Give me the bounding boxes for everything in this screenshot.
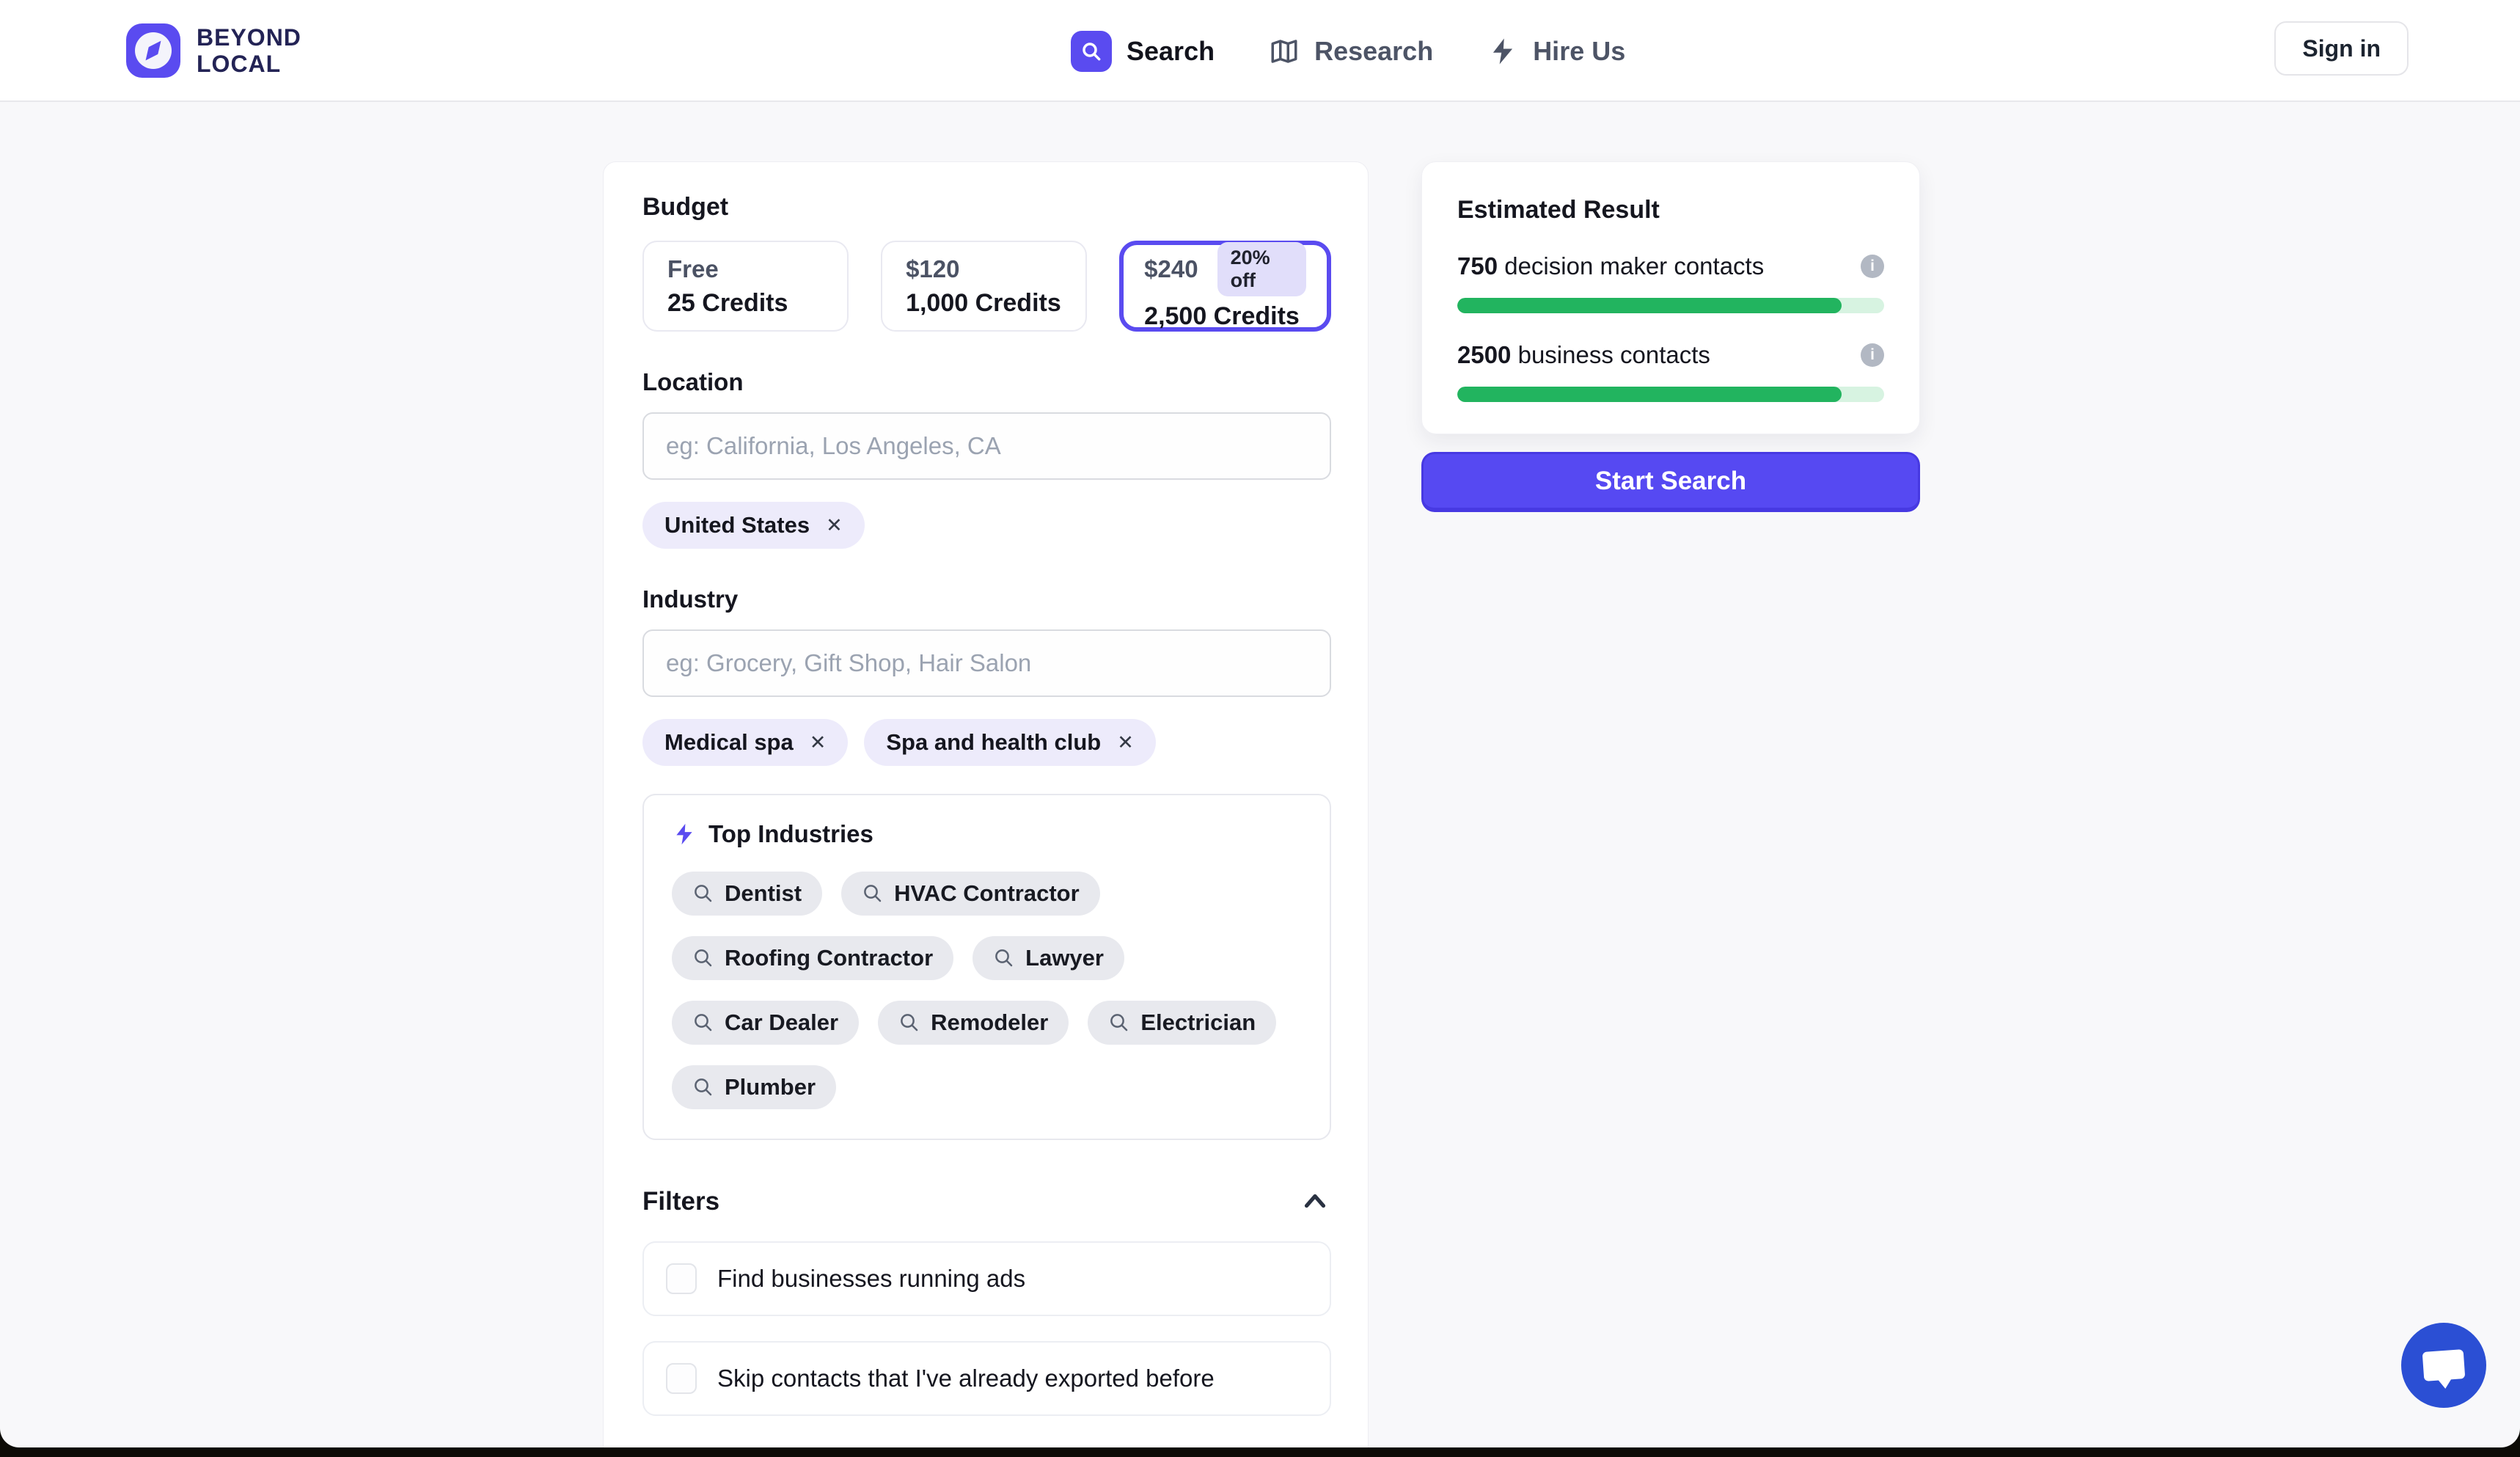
budget-label: Budget <box>642 193 1331 222</box>
search-icon <box>692 1012 714 1034</box>
compass-icon <box>126 23 180 78</box>
budget-credits: 25 Credits <box>667 289 824 318</box>
remove-chip-icon[interactable]: ✕ <box>810 731 827 754</box>
filter-label: Skip contacts that I've already exported… <box>717 1365 1215 1392</box>
top-industries-list: Dentist HVAC Contractor Roofing Contract… <box>672 872 1302 1109</box>
brand-logo[interactable]: BEYOND LOCAL <box>126 23 301 78</box>
bolt-icon <box>1487 36 1518 67</box>
progress-bar-business-contacts <box>1457 387 1884 402</box>
pill-label: Roofing Contractor <box>725 945 933 971</box>
filters-title: Filters <box>642 1187 719 1216</box>
remove-chip-icon[interactable]: ✕ <box>1117 731 1134 754</box>
discount-badge: 20% off <box>1217 242 1306 296</box>
search-icon <box>898 1012 920 1034</box>
pill-label: Remodeler <box>931 1009 1048 1036</box>
filters-header: Filters <box>642 1187 1331 1216</box>
estimate-label: business contacts <box>1511 341 1710 368</box>
filter-option-running-ads: Find businesses running ads <box>642 1241 1331 1316</box>
sign-in-button[interactable]: Sign in <box>2274 21 2409 76</box>
top-industries-title: Top Industries <box>708 820 873 848</box>
chip-label: Spa and health club <box>886 729 1101 756</box>
checkbox-skip-exported[interactable] <box>666 1363 697 1394</box>
bolt-icon <box>672 822 697 847</box>
search-form-card: Budget Free 25 Credits $120 1,000 Credit… <box>603 161 1369 1447</box>
chat-bubble-icon <box>2422 1349 2466 1381</box>
search-icon <box>692 947 714 969</box>
industry-suggestion-plumber[interactable]: Plumber <box>672 1065 836 1109</box>
filter-label: Find businesses running ads <box>717 1265 1025 1293</box>
info-icon[interactable]: i <box>1861 343 1884 367</box>
start-search-button[interactable]: Start Search <box>1421 452 1920 512</box>
main-nav: Search Research Hire Us <box>1071 0 1625 102</box>
estimate-row-decision-makers: 750 decision maker contacts i <box>1457 252 1884 280</box>
location-chip[interactable]: United States ✕ <box>642 502 865 549</box>
chip-label: Medical spa <box>664 729 794 756</box>
location-label: Location <box>642 368 1331 396</box>
budget-option-120[interactable]: $120 1,000 Credits <box>881 241 1087 332</box>
industry-label: Industry <box>642 585 1331 613</box>
search-icon <box>1108 1012 1130 1034</box>
nav-item-search[interactable]: Search <box>1071 31 1215 72</box>
industry-chips: Medical spa ✕ Spa and health club ✕ <box>642 719 1331 766</box>
pill-label: Lawyer <box>1025 945 1104 971</box>
budget-price: $120 <box>906 255 959 283</box>
estimated-result-title: Estimated Result <box>1457 196 1884 224</box>
nav-item-hire-us[interactable]: Hire Us <box>1487 36 1625 67</box>
budget-credits: 1,000 Credits <box>906 289 1062 318</box>
budget-price: $240 <box>1144 255 1198 283</box>
search-icon <box>993 947 1015 969</box>
budget-option-240-selected[interactable]: $240 20% off 2,500 Credits <box>1119 241 1331 332</box>
estimate-value: 2500 <box>1457 341 1511 368</box>
industry-suggestion-remodeler[interactable]: Remodeler <box>878 1001 1069 1045</box>
industry-suggestion-car-dealer[interactable]: Car Dealer <box>672 1001 859 1045</box>
pill-label: HVAC Contractor <box>894 880 1080 907</box>
app-page: BEYOND LOCAL Search <box>0 0 2520 1447</box>
budget-option-free[interactable]: Free 25 Credits <box>642 241 849 332</box>
top-navigation-bar: BEYOND LOCAL Search <box>0 0 2520 102</box>
progress-fill <box>1457 298 1842 313</box>
estimate-row-business-contacts: 2500 business contacts i <box>1457 341 1884 369</box>
nav-item-research[interactable]: Research <box>1269 36 1433 67</box>
nav-label: Hire Us <box>1533 36 1625 67</box>
search-icon <box>862 883 884 905</box>
chevron-up-icon <box>1300 1188 1330 1214</box>
industry-suggestion-hvac[interactable]: HVAC Contractor <box>841 872 1100 916</box>
estimate-label: decision maker contacts <box>1498 252 1764 280</box>
top-industries-panel: Top Industries Dentist HVAC Contractor R… <box>642 794 1331 1140</box>
remove-chip-icon[interactable]: ✕ <box>826 514 843 537</box>
info-icon[interactable]: i <box>1861 255 1884 278</box>
estimated-result-card: Estimated Result 750 decision maker cont… <box>1421 161 1920 434</box>
pill-label: Car Dealer <box>725 1009 838 1036</box>
search-icon <box>1071 31 1112 72</box>
estimate-value: 750 <box>1457 252 1498 280</box>
industry-suggestion-lawyer[interactable]: Lawyer <box>973 936 1124 980</box>
budget-options: Free 25 Credits $120 1,000 Credits $240 … <box>642 241 1331 332</box>
industry-suggestion-roofing[interactable]: Roofing Contractor <box>672 936 953 980</box>
search-icon <box>692 883 714 905</box>
collapse-filters-button[interactable] <box>1299 1187 1331 1216</box>
industry-suggestion-electrician[interactable]: Electrician <box>1088 1001 1276 1045</box>
nav-label: Search <box>1127 36 1215 67</box>
budget-price: Free <box>667 255 719 283</box>
pill-label: Plumber <box>725 1074 816 1100</box>
chip-label: United States <box>664 512 810 538</box>
budget-credits: 2,500 Credits <box>1144 302 1306 331</box>
checkbox-running-ads[interactable] <box>666 1263 697 1294</box>
brand-name: BEYOND LOCAL <box>197 24 301 77</box>
industry-suggestion-dentist[interactable]: Dentist <box>672 872 822 916</box>
nav-label: Research <box>1314 36 1433 67</box>
pill-label: Dentist <box>725 880 802 907</box>
location-chips: United States ✕ <box>642 502 1331 549</box>
chat-widget-button[interactable] <box>2401 1323 2486 1408</box>
pill-label: Electrician <box>1140 1009 1256 1036</box>
industry-chip[interactable]: Medical spa ✕ <box>642 719 848 766</box>
location-input[interactable] <box>642 412 1331 480</box>
search-icon <box>692 1076 714 1098</box>
filter-option-skip-exported: Skip contacts that I've already exported… <box>642 1341 1331 1416</box>
progress-fill <box>1457 387 1842 402</box>
industry-input[interactable] <box>642 629 1331 697</box>
industry-chip[interactable]: Spa and health club ✕ <box>864 719 1155 766</box>
map-icon <box>1269 36 1300 67</box>
progress-bar-decision-makers <box>1457 298 1884 313</box>
